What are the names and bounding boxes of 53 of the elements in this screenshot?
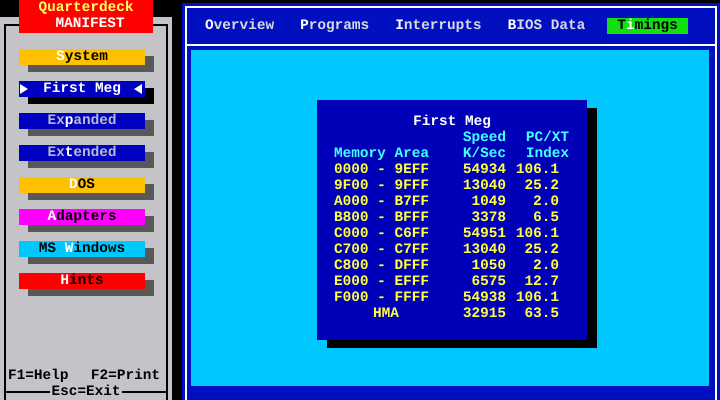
table-cell-text: 106.1 [514, 290, 560, 306]
table-cell-text: B800 - BFFF [334, 210, 430, 226]
table-cell-text: 54938 [462, 290, 506, 306]
table-cell-text: 6.5 [532, 210, 560, 226]
column-header: Speed K/Sec [462, 130, 506, 162]
tab[interactable]: BIOS Data [502, 18, 592, 34]
column-header: Memory Area [334, 146, 430, 162]
table-cell-text: 25.2 [523, 242, 560, 258]
table-cell-text: 106.1 [514, 162, 560, 178]
tab[interactable]: Overview [199, 18, 280, 34]
menu-item[interactable]: First Meg [19, 81, 145, 97]
dialog-title: First Meg [412, 114, 492, 130]
table-cell-text: A000 - B7FF [334, 194, 430, 210]
table-cell-text: E000 - EFFF [334, 274, 430, 290]
table-cell-text: 13040 [462, 178, 506, 194]
table-cell-text: 54951 [462, 226, 506, 242]
table-cell-text: C000 - C6FF [334, 226, 430, 242]
menu-item[interactable]: Extended [19, 145, 145, 161]
pointer-right-icon [20, 84, 28, 94]
table-cell-text: 12.7 [523, 274, 560, 290]
menu-item[interactable]: Adapters [19, 209, 145, 225]
key-hint: Esc=Exit [50, 384, 122, 400]
table-cell-text: C700 - C7FF [334, 242, 430, 258]
table-cell-text: 13040 [462, 242, 506, 258]
key-hint: F1=Help [8, 368, 68, 384]
table-cell-text: C800 - DFFF [334, 258, 430, 274]
table-cell-text: HMA [372, 306, 400, 322]
key-hint: F2=Print [90, 368, 160, 384]
table-cell-text: 1049 [470, 194, 506, 210]
menu-item[interactable]: Hints [19, 273, 145, 289]
menu-item[interactable]: System [19, 49, 145, 65]
table-cell-text: 1050 [470, 258, 506, 274]
menu-item[interactable]: MS Windows [19, 241, 145, 257]
table-cell-text: 6575 [470, 274, 506, 290]
menu-item[interactable]: DOS [19, 177, 145, 193]
tab[interactable]: Interrupts [389, 18, 488, 34]
menu-item[interactable]: Expanded [19, 113, 145, 129]
table-cell-text: 2.0 [532, 258, 560, 274]
table-cell-text: 3378 [470, 210, 506, 226]
table-cell-text: 9F00 - 9FFF [334, 178, 430, 194]
app-title: Quarterdeck MANIFEST [19, 0, 153, 33]
table-cell-text: 25.2 [523, 178, 560, 194]
table-cell-text: 54934 [462, 162, 506, 178]
table-cell-text: 32915 [462, 306, 506, 322]
table-cell-text: F000 - FFFF [334, 290, 430, 306]
tab[interactable]: Timings [607, 18, 688, 34]
tab[interactable]: Programs [294, 18, 376, 34]
pointer-left-icon [134, 84, 142, 94]
column-header: PC/XT Index [524, 130, 569, 162]
table-cell-text: 0000 - 9EFF [334, 162, 430, 178]
table-cell-text: 63.5 [523, 306, 560, 322]
table-cell-text: 106.1 [514, 226, 560, 242]
table-cell-text: 2.0 [532, 194, 560, 210]
